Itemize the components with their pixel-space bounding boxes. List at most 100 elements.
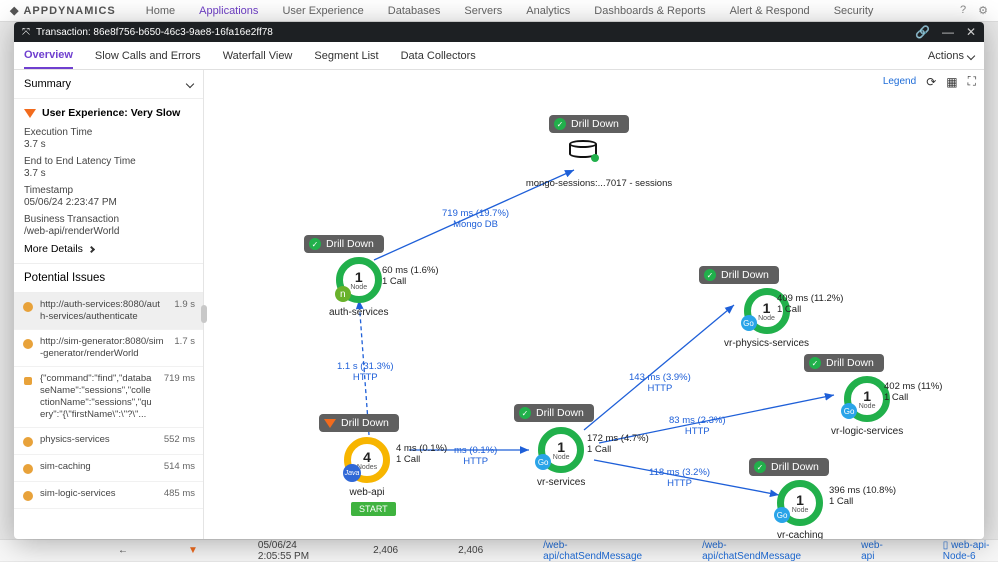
exec-time-label: Execution Time [24,127,193,138]
tab-overview[interactable]: Overview [24,43,73,69]
flowmap-pane[interactable]: Legend ⟳ ▦ ⛶ ✓Drill Dow [204,70,984,539]
tab-waterfall[interactable]: Waterfall View [223,44,293,68]
issue-duration: 1.9 s [174,299,195,310]
edge-vr-cache: 118 ms (3.2%) HTTP [649,467,710,489]
chevron-down-icon [186,80,194,88]
exec-time-value: 3.7 s [24,139,193,150]
nav-analytics[interactable]: Analytics [526,5,570,17]
nav-applications[interactable]: Applications [199,5,258,17]
user-experience-value: User Experience: Very Slow [42,107,180,119]
fullscreen-icon[interactable]: ⛶ [968,74,976,89]
timestamp-value: 05/06/24 2:23:47 PM [24,197,193,208]
tab-segment-list[interactable]: Segment List [314,44,378,68]
drilldown-auth[interactable]: ✓Drill Down [304,235,384,253]
issue-text: sim-caching [40,461,154,473]
webapi-label: web-api [344,487,390,498]
more-details-link[interactable]: More Details [24,243,193,255]
help-icon[interactable]: ? [960,4,966,17]
drilldown-mongo[interactable]: ✓Drill Down [549,115,629,133]
node-vrservices[interactable]: 1Node Go vr-services [537,427,585,488]
bt-label: Business Transaction [24,214,193,225]
issue-item[interactable]: physics-services 552 ms [14,428,203,455]
caching-metrics: 396 ms (10.8%) 1 Call [829,485,896,507]
issue-duration: 552 ms [164,434,195,445]
nav-ux[interactable]: User Experience [282,5,363,17]
service-icon [22,463,34,475]
start-badge: START [351,502,396,516]
http-call-icon [22,338,34,350]
actions-menu[interactable]: Actions [928,50,974,62]
node-auth[interactable]: 1Node n auth-services [329,257,388,318]
refresh-icon[interactable]: ⟳ [926,75,936,89]
node-webapi[interactable]: 4Nodes Java web-api [344,437,390,498]
tab-slow-calls[interactable]: Slow Calls and Errors [95,44,201,68]
tab-data-collectors[interactable]: Data Collectors [401,44,476,68]
issue-item[interactable]: http://auth-services:8080/auth-services/… [14,293,203,330]
nav-db[interactable]: Databases [388,5,441,17]
modal-title: Transaction: 86e8f756-b650-46c3-9ae8-16f… [36,27,273,38]
close-icon[interactable]: ✕ [966,25,976,39]
logic-label: vr-logic-services [831,426,903,437]
link-icon[interactable]: 🔗 [915,25,930,39]
caching-label: vr-caching [777,530,823,539]
logic-metrics: 402 ms (11%) 1 Call [884,381,942,403]
nav-home[interactable]: Home [146,5,175,17]
node-caching[interactable]: 1Node Go vr-caching [777,480,823,539]
issue-duration: 719 ms [164,373,195,384]
go-badge-icon: Go [841,403,857,419]
edge-auth-mongo: 719 ms (19.7%) Mongo DB [442,208,509,230]
db-call-icon [22,375,34,387]
issue-item[interactable]: sim-caching 514 ms [14,455,203,482]
vrservices-label: vr-services [537,477,585,488]
sidebar-resize-handle[interactable] [201,305,207,323]
go-badge-icon: Go [741,315,757,331]
issue-text: {"command":"find","databaseName":"sessio… [40,373,154,421]
issue-duration: 485 ms [164,488,195,499]
node-mongo[interactable] [569,140,597,160]
bg-app-header: ◆ APPDYNAMICS Home Applications User Exp… [0,0,998,22]
drilldown-webapi[interactable]: Drill Down [319,414,399,432]
issue-text: sim-logic-services [40,488,154,500]
modal-titlebar: ⤧ Transaction: 86e8f756-b650-46c3-9ae8-1… [14,22,984,42]
issue-item[interactable]: sim-logic-services 485 ms [14,482,203,509]
nav-dashboards[interactable]: Dashboards & Reports [594,5,705,17]
fit-icon[interactable]: ▦ [946,75,957,89]
settings-icon[interactable]: ⚙ [978,4,988,17]
physics-label: vr-physics-services [724,338,809,349]
chevron-right-icon [88,245,95,252]
http-call-icon [22,301,34,313]
drilldown-logic[interactable]: ✓Drill Down [804,354,884,372]
bg-nav: Home Applications User Experience Databa… [146,5,874,17]
minimize-icon[interactable]: — [942,25,954,39]
nav-servers[interactable]: Servers [464,5,502,17]
issue-text: http://sim-generator:8080/sim-generator/… [40,336,164,360]
issue-text: http://auth-services:8080/auth-services/… [40,299,164,323]
modal-tabbar: Overview Slow Calls and Errors Waterfall… [14,42,984,70]
bt-link[interactable]: /web-api/renderWorld [24,226,193,237]
drilldown-caching[interactable]: ✓Drill Down [749,458,829,476]
e2e-latency-value: 3.7 s [24,168,193,179]
service-icon [22,490,34,502]
nav-security[interactable]: Security [834,5,874,17]
very-slow-icon [24,109,36,118]
issue-duration: 514 ms [164,461,195,472]
edge-web-vr: ms (0.1%) HTTP [454,445,497,467]
edge-vr-phys: 143 ms (3.9%) HTTP [629,372,691,394]
drilldown-physics[interactable]: ✓Drill Down [699,266,779,284]
issue-item[interactable]: http://sim-generator:8080/sim-generator/… [14,330,203,367]
flowmap-toolbar: Legend ⟳ ▦ ⛶ [883,74,976,89]
summary-header[interactable]: Summary [14,70,203,99]
issue-duration: 1.7 s [174,336,195,347]
nav-alert[interactable]: Alert & Respond [730,5,810,17]
auth-metrics: 60 ms (1.6%) 1 Call [382,265,439,287]
very-slow-icon [324,419,336,428]
branch-icon: ⤧ [22,27,30,38]
go-badge-icon: Go [535,454,551,470]
potential-issues-header: Potential Issues [14,264,203,293]
issue-text: physics-services [40,434,154,446]
drilldown-vrservices[interactable]: ✓Drill Down [514,404,594,422]
bg-footer-row: ← ▼ 05/06/24 2:05:55 PM 2,406 2,406 /web… [0,539,998,561]
legend-link[interactable]: Legend [883,76,916,87]
issue-item[interactable]: {"command":"find","databaseName":"sessio… [14,367,203,428]
webapi-metrics: 4 ms (0.1%) 1 Call [396,443,447,465]
